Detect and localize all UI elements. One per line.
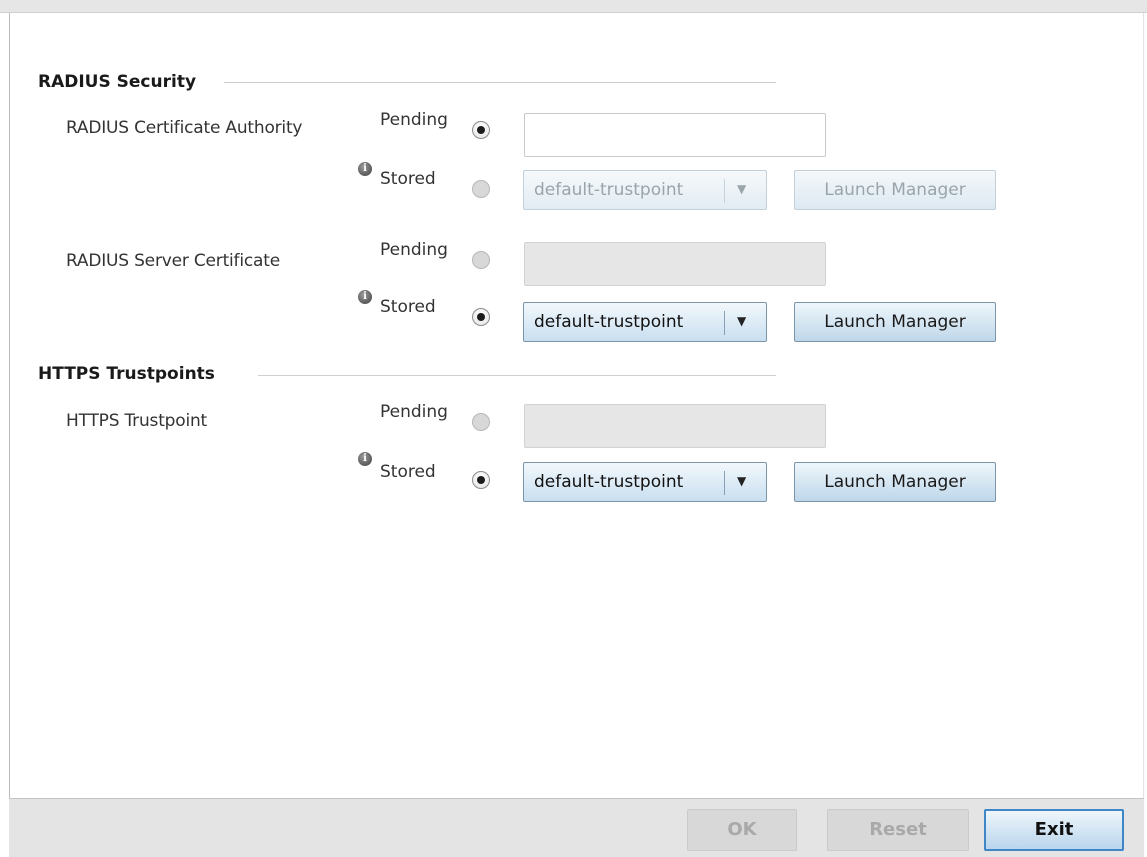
section-title-https-trustpoints: HTTPS Trustpoints xyxy=(38,364,215,384)
info-icon[interactable]: i xyxy=(358,452,372,466)
pending-option-label: Pending xyxy=(380,240,448,260)
https-trustpoint-select[interactable]: default-trustpoint ▼ xyxy=(523,462,767,502)
radius-server-certificate-label: RADIUS Server Certificate xyxy=(66,251,280,271)
https-trustpoint-launch-manager-button[interactable]: Launch Manager xyxy=(794,462,996,502)
stored-option-label: Stored xyxy=(380,462,436,482)
info-icon[interactable]: i xyxy=(358,290,372,304)
radius-server-launch-manager-button[interactable]: Launch Manager xyxy=(794,302,996,342)
exit-button[interactable]: Exit xyxy=(984,809,1124,851)
radius-ca-pending-radio[interactable] xyxy=(472,121,490,139)
radius-server-trustpoint-select[interactable]: default-trustpoint ▼ xyxy=(523,302,767,342)
chevron-down-icon: ▼ xyxy=(737,474,747,488)
https-trustpoint-label: HTTPS Trustpoint xyxy=(66,411,208,431)
radius-ca-stored-radio[interactable] xyxy=(472,180,490,198)
radius-server-pending-input[interactable] xyxy=(524,242,826,286)
stored-option-label: Stored xyxy=(380,169,436,189)
top-bar xyxy=(0,0,1147,13)
radius-ca-trustpoint-select[interactable]: default-trustpoint ▼ xyxy=(523,170,767,210)
radius-ca-pending-input[interactable] xyxy=(524,113,826,157)
reset-button[interactable]: Reset xyxy=(827,809,969,851)
section-title-radius-security: RADIUS Security xyxy=(38,72,197,92)
select-value: default-trustpoint xyxy=(534,180,684,200)
select-value: default-trustpoint xyxy=(534,472,684,492)
section-divider xyxy=(258,375,776,376)
info-icon[interactable]: i xyxy=(358,162,372,176)
radius-certificate-authority-label: RADIUS Certificate Authority xyxy=(66,118,303,138)
stored-option-label: Stored xyxy=(380,297,436,317)
https-trustpoint-pending-radio[interactable] xyxy=(472,413,490,431)
select-divider xyxy=(724,179,725,203)
chevron-down-icon: ▼ xyxy=(737,314,747,328)
pending-option-label: Pending xyxy=(380,402,448,422)
select-divider xyxy=(724,471,725,495)
chevron-down-icon: ▼ xyxy=(737,182,747,196)
right-border xyxy=(1143,13,1144,798)
section-divider xyxy=(224,82,776,83)
footer-bar: OK Reset Exit xyxy=(9,798,1144,857)
https-trustpoint-pending-input[interactable] xyxy=(524,404,826,448)
ok-button[interactable]: OK xyxy=(687,809,797,851)
left-border xyxy=(9,13,10,798)
radius-ca-launch-manager-button[interactable]: Launch Manager xyxy=(794,170,996,210)
select-value: default-trustpoint xyxy=(534,312,684,332)
select-divider xyxy=(724,311,725,335)
https-trustpoint-stored-radio[interactable] xyxy=(472,471,490,489)
pending-option-label: Pending xyxy=(380,110,448,130)
radius-server-pending-radio[interactable] xyxy=(472,251,490,269)
radius-server-stored-radio[interactable] xyxy=(472,308,490,326)
